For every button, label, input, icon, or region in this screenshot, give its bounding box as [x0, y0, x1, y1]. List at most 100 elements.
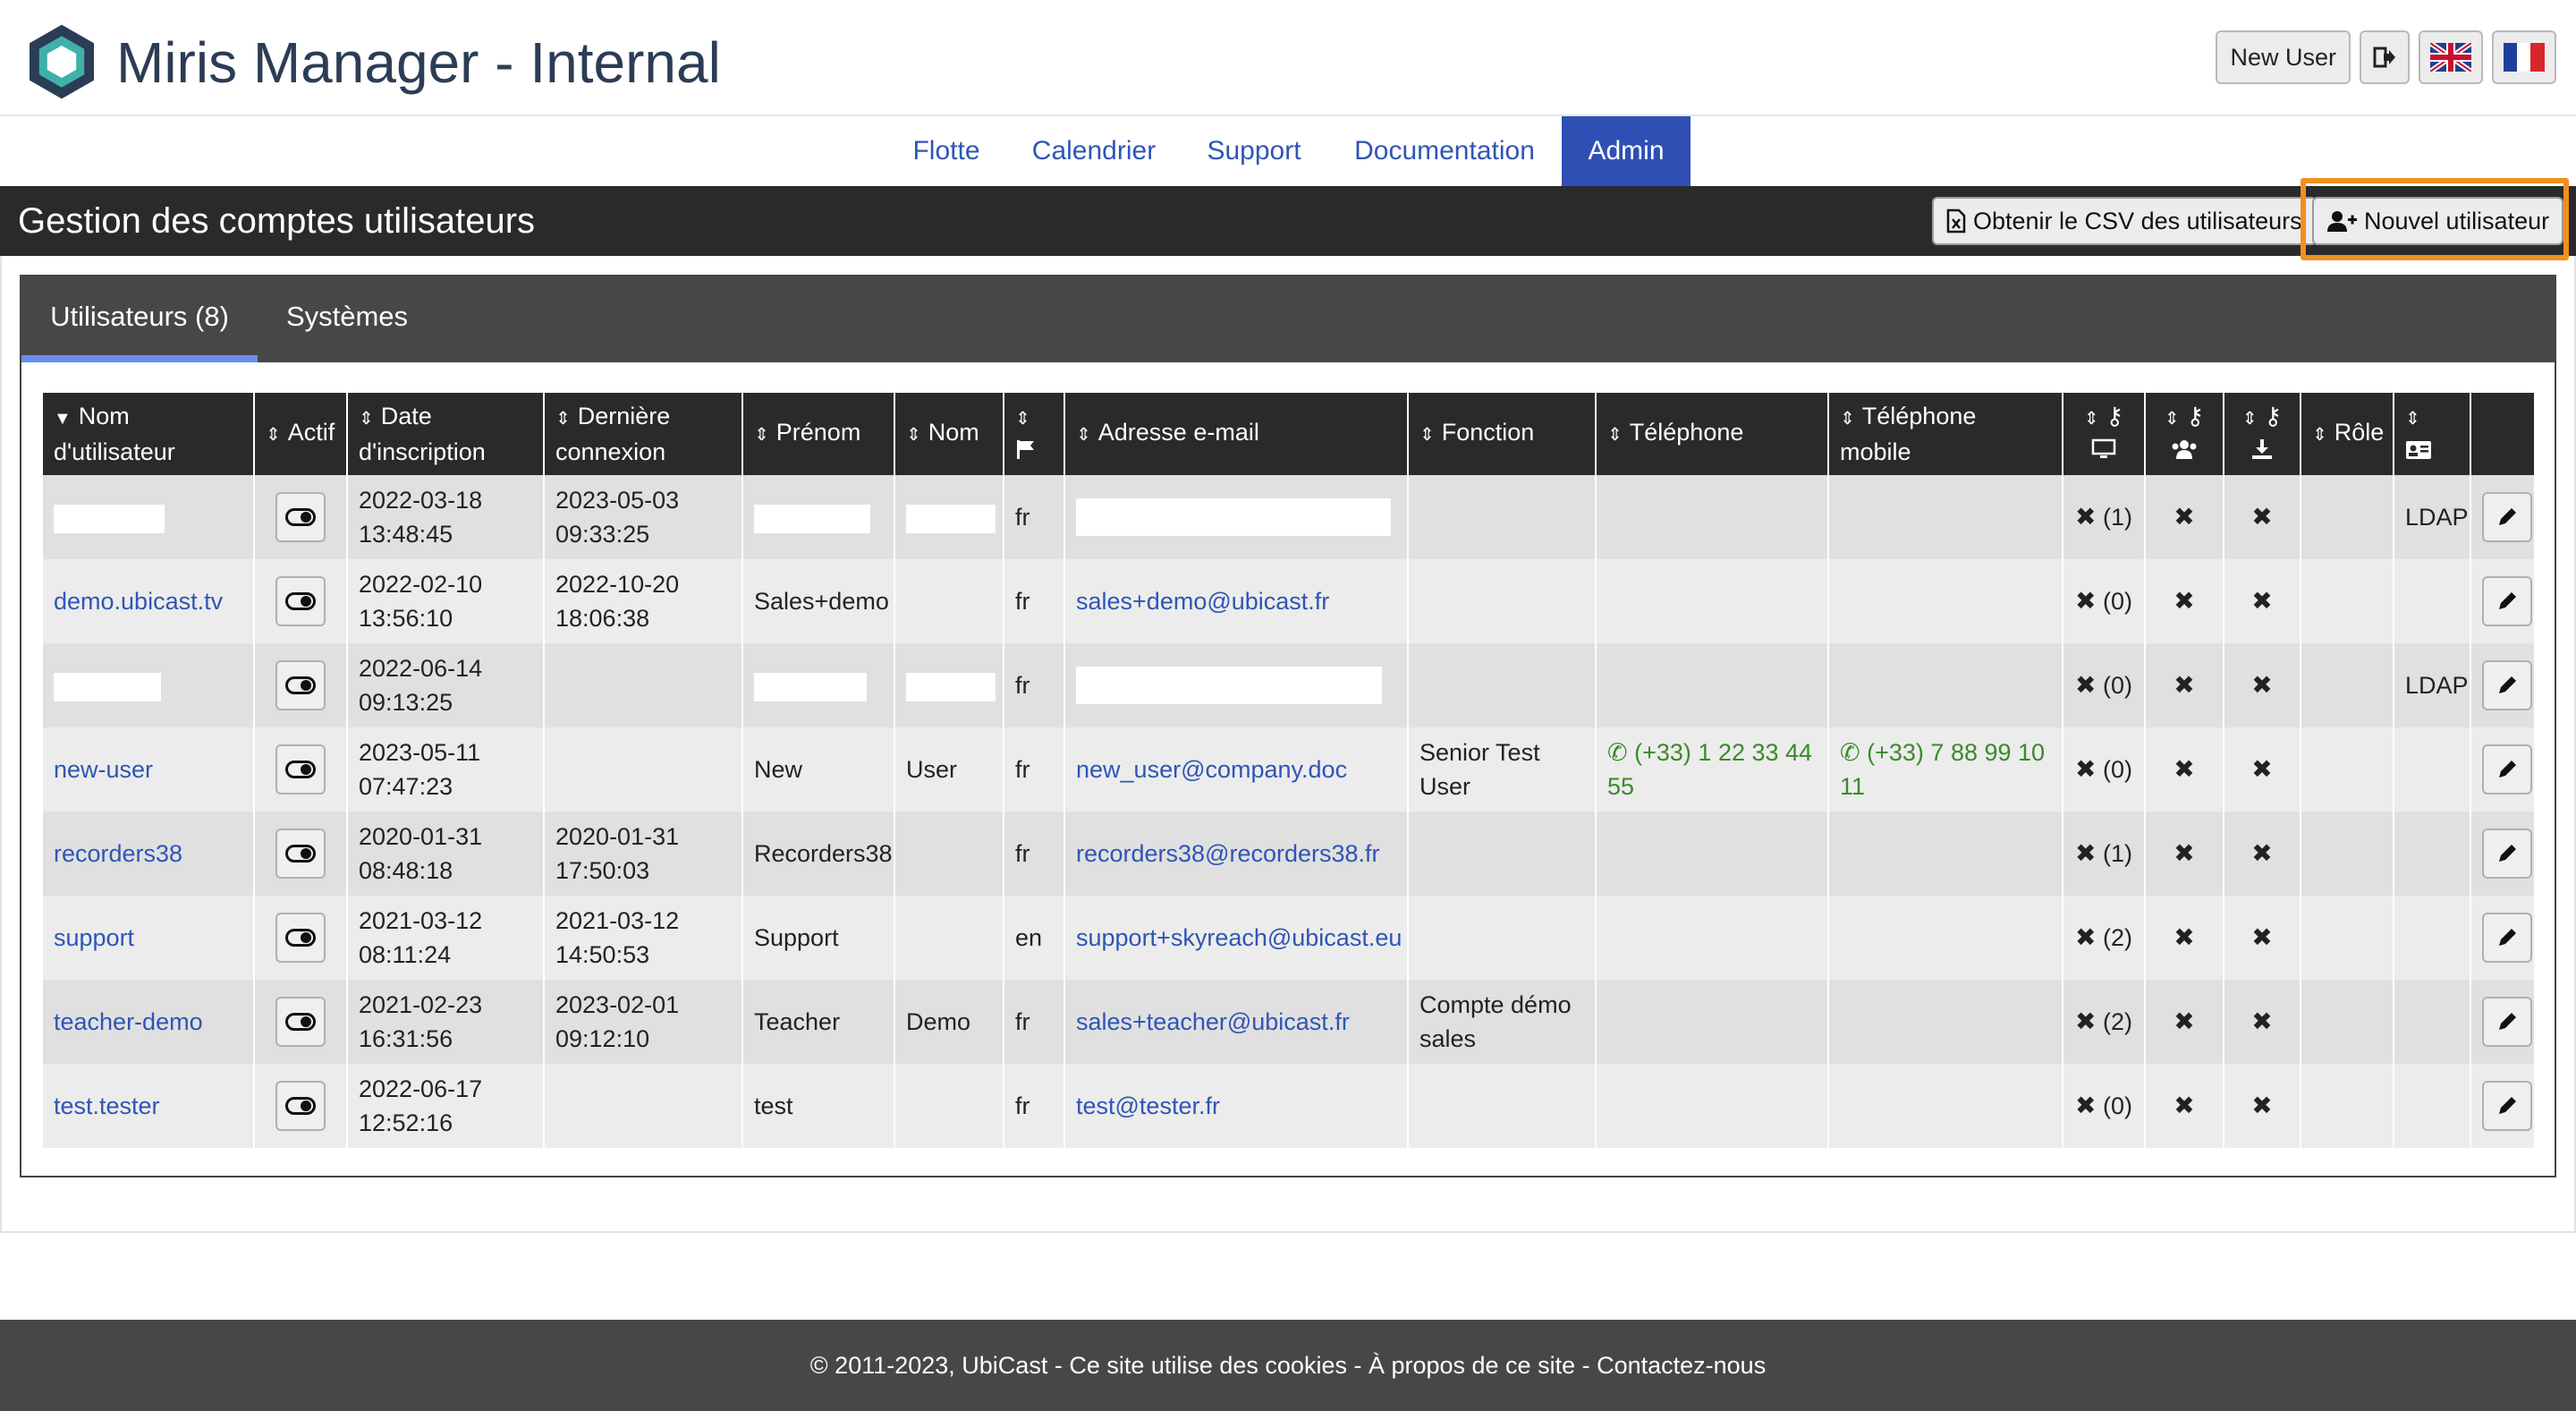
col-mobile[interactable]: ⇕ Téléphone mobile	[1828, 393, 2063, 475]
col-signup[interactable]: ⇕ Date d'inscription	[347, 393, 545, 475]
cell-download: ✖	[2224, 1064, 2301, 1148]
uk-flag-icon	[2430, 43, 2471, 72]
footer: © 2011-2023, UbiCast - Ce site utilise d…	[0, 1320, 2576, 1411]
col-lastname[interactable]: ⇕ Nom	[894, 393, 1004, 475]
cross-icon: ✖	[2174, 1007, 2195, 1035]
cell-groups: ✖	[2145, 812, 2224, 896]
cross-icon: ✖	[2174, 755, 2195, 783]
email-link[interactable]: support+skyreach@ubicast.eu	[1076, 924, 1402, 951]
email-link[interactable]: test@tester.fr	[1076, 1092, 1220, 1119]
pencil-icon	[2499, 845, 2516, 862]
table-row: 2022-03-18 13:48:45 2023-05-03 09:33:25 fr…	[43, 475, 2536, 559]
active-toggle-button[interactable]	[275, 997, 326, 1047]
tab-calendrier[interactable]: Calendrier	[1020, 116, 1168, 186]
edit-user-button[interactable]	[2482, 576, 2532, 626]
active-toggle-button[interactable]	[275, 576, 326, 626]
cell-source	[2394, 1064, 2471, 1148]
cell-firstname: test	[742, 1064, 895, 1148]
cell-source	[2394, 980, 2471, 1064]
col-firstname[interactable]: ⇕ Prénom	[742, 393, 895, 475]
col-download-access[interactable]: ⇕ ⚷	[2224, 393, 2301, 475]
col-email[interactable]: ⇕ Adresse e-mail	[1064, 393, 1409, 475]
cross-icon: ✖	[2251, 1092, 2273, 1119]
redacted-lastname	[906, 504, 996, 533]
email-link[interactable]: recorders38@recorders38.fr	[1076, 840, 1380, 867]
sort-icon: ⇕	[1419, 425, 1435, 445]
tab-users[interactable]: Utilisateurs (8)	[21, 276, 258, 362]
redacted-email	[1076, 498, 1391, 536]
cell-actions	[2470, 1064, 2536, 1148]
language-fr-button[interactable]	[2492, 30, 2556, 84]
cell-phone: ✆ (+33) 1 22 33 44 55	[1596, 727, 1829, 812]
edit-user-button[interactable]	[2482, 997, 2532, 1047]
edit-user-button[interactable]	[2482, 660, 2532, 710]
new-user-header-button[interactable]: New User	[2216, 30, 2351, 84]
active-toggle-button[interactable]	[275, 660, 326, 710]
cell-source	[2394, 727, 2471, 812]
cell-signup: 2022-02-10 13:56:10	[347, 559, 545, 643]
email-link[interactable]: sales+demo@ubicast.fr	[1076, 588, 1329, 615]
active-toggle-button[interactable]	[275, 1081, 326, 1131]
tab-admin[interactable]: Admin	[1562, 116, 1690, 186]
cell-role	[2301, 643, 2394, 727]
active-toggle-button[interactable]	[275, 492, 326, 542]
cell-username: test.tester	[43, 1064, 255, 1148]
app-header: Miris Manager - Internal New User	[0, 0, 2576, 116]
edit-user-button[interactable]	[2482, 492, 2532, 542]
cell-language: fr	[1004, 980, 1065, 1064]
edit-user-button[interactable]	[2482, 913, 2532, 963]
username-link[interactable]: teacher-demo	[54, 1008, 203, 1035]
sort-desc-icon: ▼	[54, 408, 72, 429]
logout-button[interactable]	[2360, 30, 2410, 84]
tab-systems[interactable]: Systèmes	[275, 276, 419, 362]
tab-documentation[interactable]: Documentation	[1342, 116, 1547, 186]
cell-role	[2301, 559, 2394, 643]
cell-role	[2301, 727, 2394, 812]
cell-mobile	[1828, 643, 2063, 727]
cross-icon: ✖	[2251, 587, 2273, 615]
tab-support[interactable]: Support	[1193, 116, 1315, 186]
username-link[interactable]: recorders38	[54, 840, 182, 867]
cell-firstname: Sales+demo	[742, 559, 895, 643]
active-toggle-button[interactable]	[275, 913, 326, 963]
col-groups-access[interactable]: ⇕ ⚷	[2145, 393, 2224, 475]
cell-systems: ✖ (0)	[2063, 643, 2146, 727]
username-link[interactable]: new-user	[54, 756, 153, 783]
col-username[interactable]: ▼ Nom d'utilisateur	[43, 393, 255, 475]
toggle-icon	[285, 1013, 316, 1031]
panel-tabs-bar: Utilisateurs (8) Systèmes	[21, 276, 2555, 362]
username-link[interactable]: test.tester	[54, 1092, 160, 1119]
col-function[interactable]: ⇕ Fonction	[1408, 393, 1597, 475]
cell-signup: 2022-06-14 09:13:25	[347, 643, 545, 727]
col-systems-access[interactable]: ⇕ ⚷	[2063, 393, 2146, 475]
csv-export-label: Obtenir le CSV des utilisateurs	[1973, 207, 2302, 234]
tab-flotte[interactable]: Flotte	[894, 116, 998, 186]
email-link[interactable]: new_user@company.doc	[1076, 756, 1347, 783]
col-last-login[interactable]: ⇕ Dernière connexion	[544, 393, 743, 475]
mobile-link[interactable]: (+33) 7 88 99 10 11	[1840, 739, 2045, 800]
language-en-button[interactable]	[2419, 30, 2483, 84]
edit-user-button[interactable]	[2482, 829, 2532, 879]
cell-lastname	[894, 896, 1004, 980]
edit-user-button[interactable]	[2482, 744, 2532, 795]
sort-icon: ⇕	[2241, 408, 2258, 429]
col-id-card[interactable]: ⇕	[2394, 393, 2471, 475]
username-link[interactable]: support	[54, 924, 134, 951]
cell-systems: ✖ (2)	[2063, 896, 2146, 980]
cell-role	[2301, 980, 2394, 1064]
email-link[interactable]: sales+teacher@ubicast.fr	[1076, 1008, 1350, 1035]
col-active[interactable]: ⇕ Actif	[254, 393, 348, 475]
col-phone[interactable]: ⇕ Téléphone	[1596, 393, 1829, 475]
cell-source	[2394, 812, 2471, 896]
active-toggle-button[interactable]	[275, 829, 326, 879]
csv-export-button[interactable]: Obtenir le CSV des utilisateurs	[1932, 197, 2317, 245]
phone-link[interactable]: (+33) 1 22 33 44 55	[1607, 739, 1812, 800]
active-toggle-button[interactable]	[275, 744, 326, 795]
col-language[interactable]: ⇕	[1004, 393, 1065, 475]
edit-user-button[interactable]	[2482, 1081, 2532, 1131]
username-link[interactable]: demo.ubicast.tv	[54, 588, 223, 615]
col-role[interactable]: ⇕ Rôle	[2301, 393, 2394, 475]
toggle-icon	[285, 1097, 316, 1115]
cell-last-login	[544, 643, 743, 727]
cell-groups: ✖	[2145, 475, 2224, 559]
